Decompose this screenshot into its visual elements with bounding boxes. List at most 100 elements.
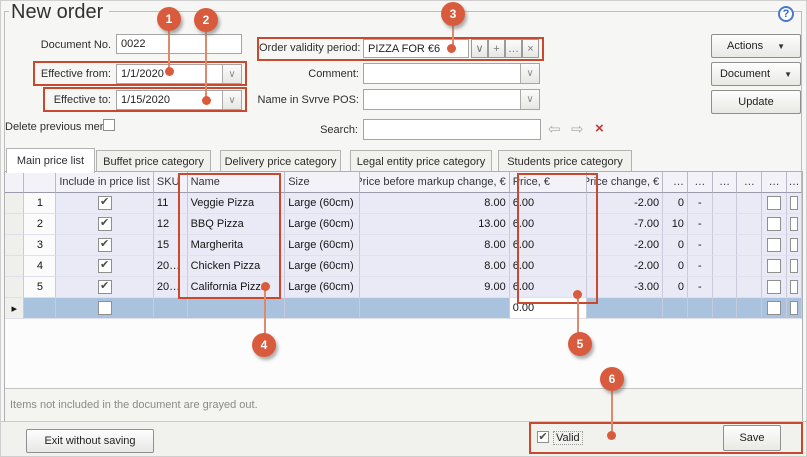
table-cell[interactable]: Chicken Pizza (188, 256, 286, 277)
table-cell[interactable]: - (688, 214, 713, 235)
flag-checkbox[interactable] (767, 259, 781, 273)
table-cell[interactable] (762, 256, 787, 277)
table-cell[interactable] (688, 298, 713, 319)
table-cell[interactable] (713, 214, 738, 235)
update-button[interactable]: Update (711, 90, 801, 114)
name-in-pos-combobox[interactable]: ∨ (363, 89, 540, 110)
table-cell[interactable] (737, 277, 762, 298)
table-cell[interactable] (360, 298, 510, 319)
chevron-down-icon[interactable]: ∨ (520, 90, 539, 109)
tab-legal-entity-price-category[interactable]: Legal entity price category (350, 150, 492, 172)
table-cell[interactable] (762, 214, 787, 235)
flag-checkbox[interactable] (767, 238, 781, 252)
chevron-down-icon[interactable]: ∨ (520, 64, 539, 83)
table-cell[interactable]: Margherita (188, 235, 286, 256)
help-icon[interactable]: ? (778, 6, 794, 22)
flag-checkbox[interactable] (767, 301, 781, 315)
table-cell[interactable]: Large (60cm) (285, 235, 360, 256)
table-cell[interactable] (762, 277, 787, 298)
table-cell[interactable]: Large (60cm) (285, 256, 360, 277)
table-cell[interactable] (737, 193, 762, 214)
table-cell[interactable]: 12 (154, 214, 188, 235)
include-in-price-list-checkbox[interactable] (98, 301, 112, 315)
table-cell[interactable]: -3.00 (587, 277, 663, 298)
table-cell[interactable]: ✔ (56, 277, 154, 298)
tab-buffet-price-category[interactable]: Buffet price category (96, 150, 211, 172)
include-in-price-list-checkbox[interactable]: ✔ (98, 196, 112, 210)
chevron-down-icon[interactable]: ∨ (222, 65, 241, 83)
table-cell[interactable] (713, 235, 738, 256)
table-cell[interactable]: 1 (24, 193, 56, 214)
table-cell[interactable]: ✔ (56, 256, 154, 277)
table-cell[interactable] (787, 193, 802, 214)
table-cell[interactable]: 11 (154, 193, 188, 214)
include-in-price-list-checkbox[interactable]: ✔ (98, 259, 112, 273)
flag-checkbox[interactable] (790, 301, 798, 315)
table-cell[interactable]: 15 (154, 235, 188, 256)
tab-main-price-list[interactable]: Main price list (6, 148, 95, 173)
flag-checkbox[interactable] (790, 196, 798, 210)
comment-combobox[interactable]: ∨ (363, 63, 540, 84)
table-cell[interactable] (663, 298, 688, 319)
table-cell[interactable]: 0 (663, 235, 688, 256)
tab-students-price-category[interactable]: Students price category (498, 150, 632, 172)
table-cell[interactable] (787, 277, 802, 298)
table-cell[interactable]: 9.00 (360, 277, 510, 298)
actions-button[interactable]: Actions ▼ (711, 34, 801, 58)
table-cell[interactable] (787, 235, 802, 256)
table-cell[interactable] (285, 298, 360, 319)
table-cell[interactable]: 0 (663, 193, 688, 214)
table-cell[interactable]: 8.00 (360, 256, 510, 277)
table-cell[interactable] (56, 298, 154, 319)
table-cell[interactable]: 20… (154, 256, 188, 277)
table-cell[interactable]: Large (60cm) (285, 214, 360, 235)
table-cell[interactable] (762, 193, 787, 214)
table-cell[interactable] (762, 298, 787, 319)
table-cell[interactable] (737, 235, 762, 256)
table-cell[interactable]: -2.00 (587, 256, 663, 277)
plus-icon[interactable]: + (488, 39, 505, 58)
table-cell[interactable]: 20… (154, 277, 188, 298)
table-cell[interactable]: - (688, 277, 713, 298)
effective-to-datepicker[interactable]: 1/15/2020 ∨ (116, 90, 242, 110)
table-cell[interactable]: 6.00 (510, 193, 587, 214)
table-cell[interactable]: -7.00 (587, 214, 663, 235)
table-cell[interactable] (5, 193, 24, 214)
effective-from-datepicker[interactable]: 1/1/2020 ∨ (116, 64, 242, 84)
table-cell[interactable]: ✔ (56, 193, 154, 214)
include-in-price-list-checkbox[interactable]: ✔ (98, 280, 112, 294)
table-cell[interactable]: -2.00 (587, 235, 663, 256)
flag-checkbox[interactable] (790, 238, 798, 252)
table-cell[interactable]: 0.00 (510, 298, 587, 319)
table-cell[interactable]: ✔ (56, 214, 154, 235)
flag-checkbox[interactable] (767, 217, 781, 231)
flag-checkbox[interactable] (767, 196, 781, 210)
table-cell[interactable]: Veggie Pizza (188, 193, 286, 214)
table-cell[interactable]: 10 (663, 214, 688, 235)
delete-previous-menu-checkbox[interactable] (103, 119, 115, 131)
table-cell[interactable]: - (688, 235, 713, 256)
table-cell[interactable] (737, 298, 762, 319)
table-cell[interactable] (762, 235, 787, 256)
table-cell[interactable]: 6.00 (510, 214, 587, 235)
table-cell[interactable] (154, 298, 188, 319)
table-cell[interactable]: 6.00 (510, 256, 587, 277)
tab-delivery-price-category[interactable]: Delivery price category (220, 150, 341, 172)
flag-checkbox[interactable] (790, 259, 798, 273)
flag-checkbox[interactable] (790, 217, 798, 231)
flag-checkbox[interactable] (790, 280, 798, 294)
table-cell[interactable] (787, 298, 802, 319)
table-cell[interactable] (787, 214, 802, 235)
table-cell[interactable]: BBQ Pizza (188, 214, 286, 235)
table-cell[interactable]: 6.00 (510, 235, 587, 256)
table-cell[interactable] (713, 193, 738, 214)
table-cell[interactable]: 13.00 (360, 214, 510, 235)
table-cell[interactable] (713, 256, 738, 277)
table-cell[interactable]: 8.00 (360, 235, 510, 256)
table-cell[interactable]: 0 (663, 256, 688, 277)
include-in-price-list-checkbox[interactable]: ✔ (98, 217, 112, 231)
search-back-icon[interactable]: ⇦ (548, 120, 561, 138)
close-icon[interactable]: × (522, 39, 539, 58)
chevron-down-icon[interactable]: ∨ (222, 91, 241, 109)
search-clear-icon[interactable]: × (595, 120, 604, 137)
